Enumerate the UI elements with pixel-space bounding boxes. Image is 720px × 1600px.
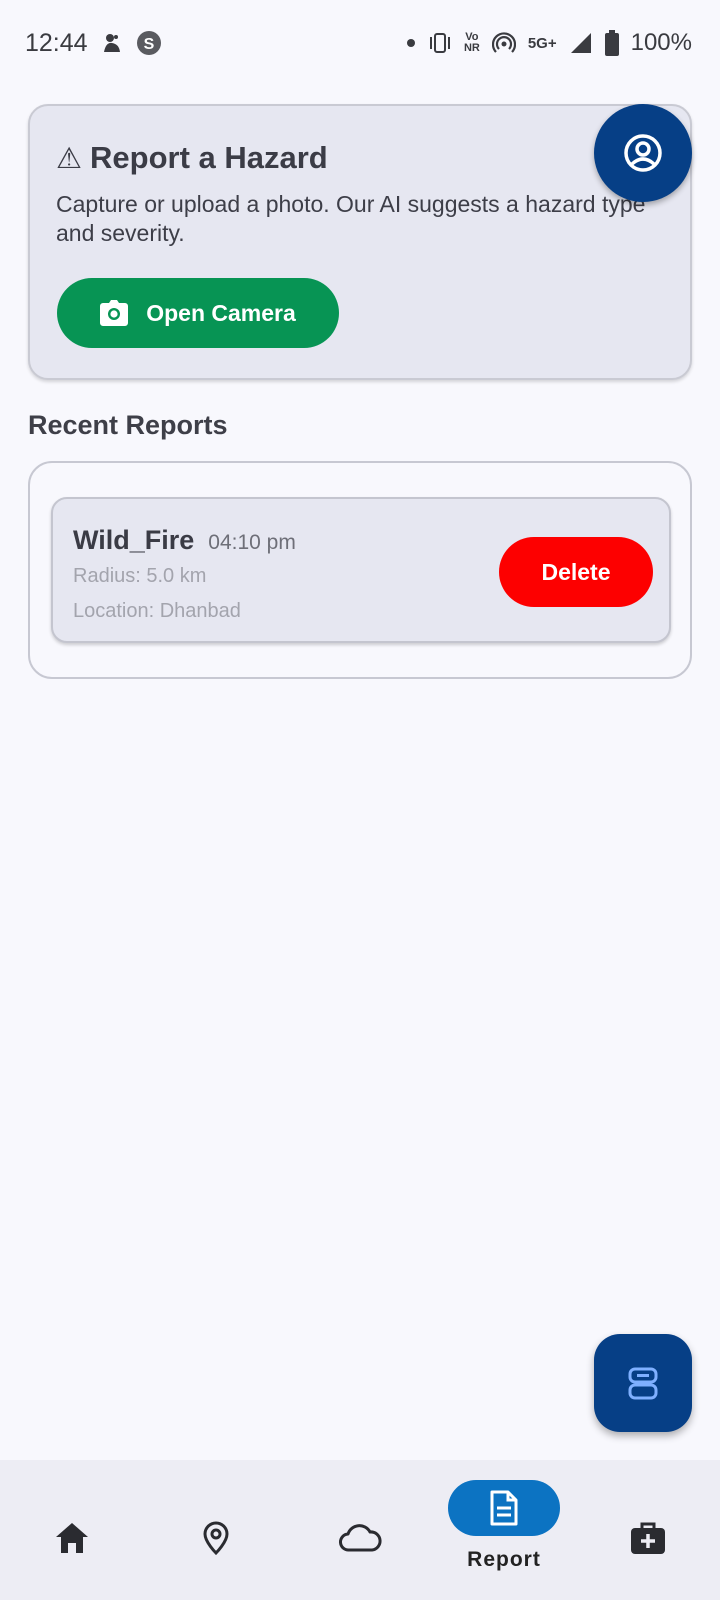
account-circle-icon: [623, 133, 663, 173]
hazard-title-text: Report a Hazard: [90, 140, 328, 175]
delete-button[interactable]: Delete: [499, 537, 653, 607]
bottom-navigation: Report: [0, 1460, 720, 1600]
nav-home[interactable]: [0, 1460, 144, 1600]
vonr-bottom: NR: [463, 42, 480, 54]
report-hazard-card: ⚠ Report a Hazard Capture or upload a ph…: [28, 104, 692, 380]
profile-button[interactable]: [594, 104, 692, 202]
report-time: 04:10 pm: [208, 531, 296, 554]
emoji-icon: [102, 32, 122, 54]
home-icon: [16, 1510, 128, 1566]
warning-icon: ⚠: [56, 142, 82, 175]
nav-report-label: Report: [467, 1548, 541, 1571]
hazard-description: Capture or upload a photo. Our AI sugges…: [56, 191, 646, 246]
hotspot-icon: [491, 31, 516, 55]
camera-icon: [100, 300, 129, 326]
cloud-icon: [304, 1510, 416, 1566]
hazard-card-title: ⚠ Report a Hazard: [56, 140, 664, 176]
vonr-icon: Vo NR: [464, 32, 480, 54]
report-location: Location: Dhanbad: [73, 600, 241, 622]
report-header: Wild_Fire 04:10 pm: [73, 525, 296, 556]
chatbot-button[interactable]: [594, 1334, 692, 1432]
battery-icon: [604, 30, 619, 56]
map-pin-icon: [160, 1510, 272, 1566]
network-type: 5G+: [528, 35, 557, 52]
report-name: Wild_Fire: [73, 525, 195, 555]
status-time: 12:44: [25, 28, 88, 57]
svg-text:S: S: [143, 36, 154, 53]
recent-reports-list: Wild_Fire 04:10 pm Radius: 5.0 km Locati…: [28, 461, 692, 679]
recent-reports-title: Recent Reports: [28, 410, 228, 440]
nav-medical[interactable]: [576, 1460, 720, 1600]
report-item[interactable]: Wild_Fire 04:10 pm Radius: 5.0 km Locati…: [51, 497, 671, 643]
medical-kit-icon: [592, 1510, 704, 1566]
vibrate-icon: [428, 32, 452, 54]
nav-report[interactable]: Report: [432, 1460, 576, 1600]
report-radius: Radius: 5.0 km: [73, 565, 207, 587]
open-camera-button[interactable]: Open Camera: [57, 278, 339, 348]
robot-icon: [627, 1366, 659, 1400]
signal-icon: [569, 31, 593, 55]
battery-level: 100%: [630, 29, 692, 56]
s-app-icon: S: [136, 30, 162, 56]
status-bar: 12:44 S Vo NR 5G+ 100%: [0, 0, 720, 86]
nav-map[interactable]: [144, 1460, 288, 1600]
document-icon: [448, 1480, 560, 1536]
nav-weather[interactable]: [288, 1460, 432, 1600]
open-camera-label: Open Camera: [146, 299, 296, 326]
dot-icon: [406, 38, 416, 48]
network-label: 5G+: [527, 34, 557, 52]
